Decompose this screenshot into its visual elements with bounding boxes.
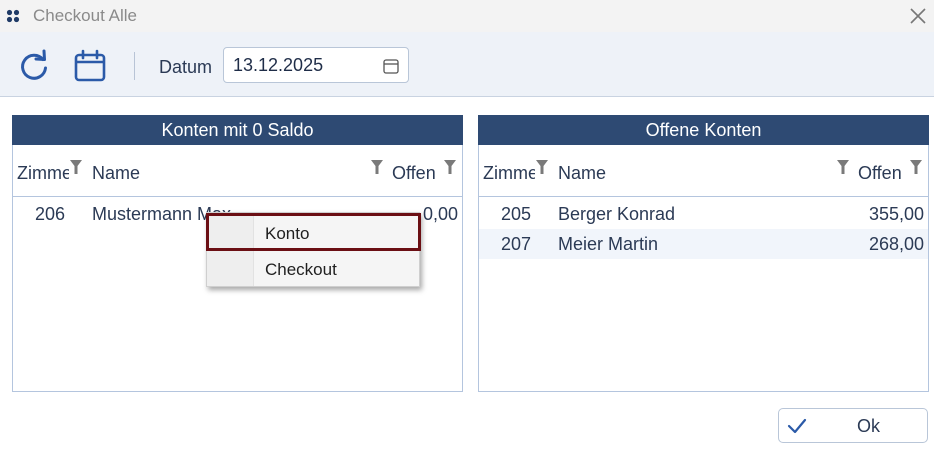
panel-open-accounts: Offene Konten Zimmer Name Offen 205 Berg… xyxy=(478,115,929,392)
toolbar-separator xyxy=(134,52,135,80)
ok-button[interactable]: Ok xyxy=(778,408,928,443)
cell-zimmer: 206 xyxy=(35,204,66,224)
close-icon[interactable] xyxy=(906,4,930,28)
menu-item-label: Checkout xyxy=(265,260,337,279)
column-zimmer[interactable]: Zimmer xyxy=(17,163,69,184)
cell-zimmer: 207 xyxy=(501,234,532,254)
panel-header: Konten mit 0 Saldo xyxy=(12,115,463,145)
app-icon xyxy=(6,9,20,23)
cell-zimmer: 205 xyxy=(501,204,532,224)
filter-icon[interactable] xyxy=(69,159,83,175)
datum-label: Datum xyxy=(159,57,213,77)
cell-offen: 355,00 xyxy=(868,204,924,224)
check-icon xyxy=(787,418,807,434)
column-offen[interactable]: Offen xyxy=(858,163,902,184)
cell-name: Berger Konrad xyxy=(558,204,676,224)
filter-icon[interactable] xyxy=(909,159,923,175)
context-menu-item-checkout[interactable]: Checkout xyxy=(207,253,419,285)
column-header-row: Zimmer Name Offen xyxy=(479,149,928,197)
table-row[interactable]: 205 Berger Konrad 355,00 xyxy=(479,199,928,229)
filter-icon[interactable] xyxy=(836,159,850,175)
column-name[interactable]: Name xyxy=(558,163,606,184)
title-bar: Checkout Alle xyxy=(0,0,934,32)
context-menu-item-konto[interactable]: Konto xyxy=(206,213,421,251)
date-value[interactable]: 13.12.2025 xyxy=(233,55,323,76)
cell-offen: 0,00 xyxy=(422,204,458,224)
refresh-icon[interactable] xyxy=(16,48,52,84)
context-menu: Konto Checkout xyxy=(206,212,421,287)
cell-name: Meier Martin xyxy=(558,234,659,254)
panel-header: Offene Konten xyxy=(478,115,929,145)
filter-icon[interactable] xyxy=(370,159,384,175)
date-input[interactable]: 13.12.2025 xyxy=(223,47,409,83)
filter-icon[interactable] xyxy=(535,159,549,175)
column-offen[interactable]: Offen xyxy=(392,163,436,184)
ok-label: Ok xyxy=(857,416,881,436)
menu-item-label: Konto xyxy=(265,224,310,243)
filter-icon[interactable] xyxy=(443,159,457,175)
date-picker-icon[interactable] xyxy=(382,57,400,75)
column-zimmer[interactable]: Zimmer xyxy=(483,163,535,184)
column-header-row: Zimmer Name Offen xyxy=(13,149,462,197)
column-name[interactable]: Name xyxy=(92,163,140,184)
calendar-icon[interactable] xyxy=(72,48,108,84)
toolbar: Datum 13.12.2025 xyxy=(0,32,934,97)
cell-offen: 268,00 xyxy=(868,234,924,254)
table-row[interactable]: 207 Meier Martin 268,00 xyxy=(479,229,928,259)
window-title: Checkout Alle xyxy=(33,6,137,25)
